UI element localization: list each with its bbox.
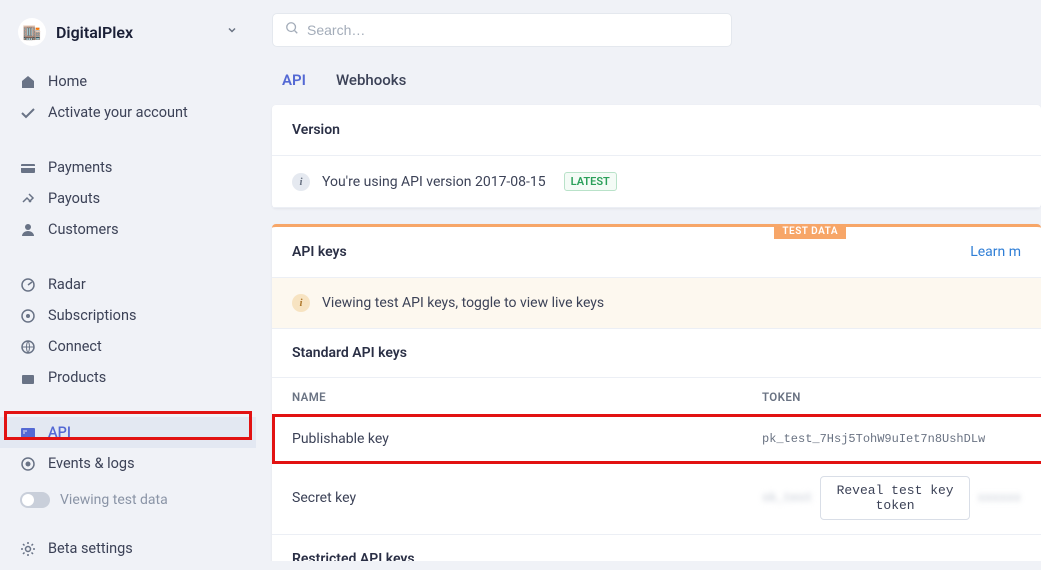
sidebar-item-activate[interactable]: Activate your account <box>0 97 256 128</box>
customers-icon <box>20 222 36 238</box>
sidebar-item-customers[interactable]: Customers <box>0 214 256 245</box>
test-data-badge: TEST DATA <box>774 224 846 239</box>
restricted-keys-heading: Restricted API keys <box>272 535 1041 561</box>
org-logo-icon: 🏬 <box>18 18 46 46</box>
key-row-secret: Secret key sk_test Reveal test key token… <box>272 462 1041 535</box>
api-keys-card: TEST DATA API keys Learn m i Viewing tes… <box>272 224 1041 561</box>
sidebar-item-subscriptions[interactable]: Subscriptions <box>0 300 256 331</box>
key-token: sk_test Reveal test key token xxxxxx <box>762 476 1021 520</box>
card-title-text: API keys <box>292 244 347 260</box>
radar-icon <box>20 277 36 293</box>
search-icon <box>285 21 299 39</box>
sidebar-item-beta[interactable]: Beta settings <box>0 533 256 564</box>
payments-icon <box>20 160 36 176</box>
sidebar-item-payments[interactable]: Payments <box>0 152 256 183</box>
key-name: Secret key <box>292 490 762 506</box>
sidebar-item-products[interactable]: Products <box>0 362 256 393</box>
sidebar-item-home[interactable]: Home <box>0 66 256 97</box>
events-icon <box>20 456 36 472</box>
version-title: Version <box>272 105 1041 156</box>
key-token[interactable]: pk_test_7Hsj5TohW9uIet7n8UshDLw <box>762 432 1021 446</box>
test-data-toggle[interactable] <box>20 492 50 508</box>
blurred-token: xxxxxx <box>978 491 1021 505</box>
tab-webhooks[interactable]: Webhooks <box>336 71 406 89</box>
test-data-toggle-row: Viewing test data <box>0 485 256 515</box>
sidebar-item-label: Radar <box>48 276 86 293</box>
home-icon <box>20 74 36 90</box>
sidebar-item-label: Payouts <box>48 190 100 207</box>
test-keys-notice: i Viewing test API keys, toggle to view … <box>272 278 1041 329</box>
key-row-publishable: Publishable key pk_test_7Hsj5TohW9uIet7n… <box>272 417 1041 462</box>
sidebar-item-connect[interactable]: Connect <box>0 331 256 362</box>
info-icon: i <box>292 173 310 191</box>
api-keys-title: API keys Learn m <box>272 227 1041 278</box>
col-token: TOKEN <box>762 390 1021 404</box>
col-name: NAME <box>292 390 762 404</box>
standard-keys-heading: Standard API keys <box>272 329 1041 378</box>
sidebar-item-label: Beta settings <box>48 540 133 557</box>
main-content: API Webhooks Version i You're using API … <box>256 0 1041 561</box>
gear-icon <box>20 541 36 557</box>
api-icon <box>20 425 36 441</box>
sidebar-item-label: Products <box>48 369 106 386</box>
chevron-down-icon <box>226 24 238 40</box>
subscriptions-icon <box>20 308 36 324</box>
version-card: Version i You're using API version 2017-… <box>272 105 1041 208</box>
connect-icon <box>20 339 36 355</box>
reveal-token-button[interactable]: Reveal test key token <box>820 476 969 520</box>
sidebar: 🏬 DigitalPlex Home Activate your account… <box>0 0 256 561</box>
version-info-row: i You're using API version 2017-08-15 LA… <box>272 156 1041 208</box>
sidebar-item-label: Subscriptions <box>48 307 136 324</box>
sidebar-item-radar[interactable]: Radar <box>0 269 256 300</box>
org-selector[interactable]: 🏬 DigitalPlex <box>0 10 256 60</box>
toggle-label: Viewing test data <box>60 492 168 508</box>
sidebar-item-label: Connect <box>48 338 102 355</box>
key-name: Publishable key <box>292 431 762 447</box>
tabs: API Webhooks <box>272 47 1041 89</box>
sidebar-item-payouts[interactable]: Payouts <box>0 183 256 214</box>
sidebar-item-label: Customers <box>48 221 119 238</box>
search-input[interactable] <box>307 22 719 38</box>
sidebar-item-events[interactable]: Events & logs <box>0 448 256 479</box>
blurred-token: sk_test <box>762 491 812 505</box>
tab-api[interactable]: API <box>282 71 306 89</box>
sidebar-item-api[interactable]: API <box>0 417 256 448</box>
products-icon <box>20 370 36 386</box>
sidebar-item-label: Payments <box>48 159 112 176</box>
keys-table-header: NAME TOKEN <box>272 378 1041 417</box>
check-icon <box>20 105 36 121</box>
search-box[interactable] <box>272 13 732 47</box>
org-name: DigitalPlex <box>56 23 216 42</box>
sidebar-item-label: API <box>48 424 71 441</box>
info-icon: i <box>292 294 310 312</box>
sidebar-item-label: Events & logs <box>48 455 135 472</box>
sidebar-item-label: Activate your account <box>48 104 188 121</box>
version-message: You're using API version 2017-08-15 <box>322 174 546 190</box>
sidebar-item-label: Home <box>48 73 87 90</box>
learn-more-link[interactable]: Learn m <box>970 244 1021 260</box>
latest-badge: LATEST <box>564 172 617 191</box>
notice-text: Viewing test API keys, toggle to view li… <box>322 295 604 311</box>
payouts-icon <box>20 191 36 207</box>
